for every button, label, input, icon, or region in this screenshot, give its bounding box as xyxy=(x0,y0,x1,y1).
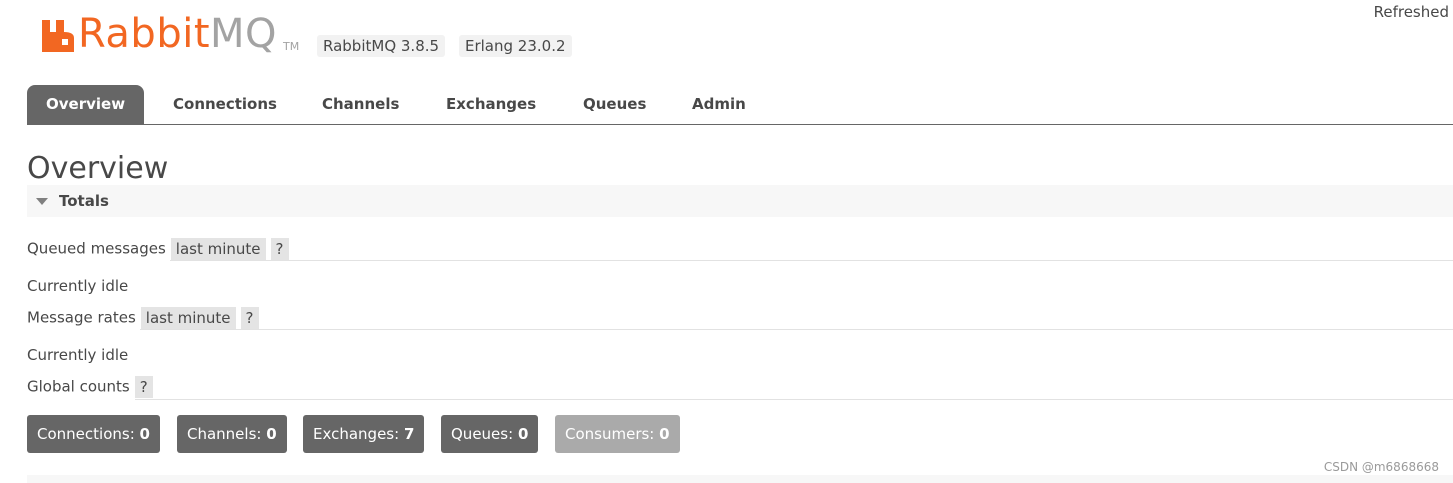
global-counts-label: Global counts xyxy=(27,377,130,396)
consumers-count-label: Consumers: xyxy=(565,425,655,443)
refreshed-status: Refreshed xyxy=(1373,3,1449,21)
exchanges-count-label: Exchanges: xyxy=(313,425,400,443)
collapse-triangle-icon xyxy=(36,198,48,205)
exchanges-count-button[interactable]: Exchanges: 7 xyxy=(303,415,425,453)
rabbitmq-logo-icon xyxy=(42,20,74,52)
message-rates-label: Message rates xyxy=(27,308,136,327)
divider xyxy=(140,329,1453,330)
connections-count-value: 0 xyxy=(139,425,150,443)
tab-connections[interactable]: Connections xyxy=(173,85,277,124)
consumers-count-value: 0 xyxy=(659,425,670,443)
queues-count-button[interactable]: Queues: 0 xyxy=(441,415,539,453)
divider xyxy=(170,260,1453,261)
exchanges-count-value: 7 xyxy=(403,425,415,443)
global-counts-row: Global counts? xyxy=(27,376,153,398)
totals-section-toggle[interactable]: Totals xyxy=(27,185,1453,217)
queues-count-label: Queues: xyxy=(451,425,514,443)
page-title: Overview xyxy=(27,151,169,186)
queued-messages-label: Queued messages xyxy=(27,239,166,258)
queued-messages-help-button[interactable]: ? xyxy=(270,238,289,260)
queued-messages-status: Currently idle xyxy=(27,277,129,295)
tab-channels[interactable]: Channels xyxy=(322,85,399,124)
queued-messages-row: Queued messages last minute? xyxy=(27,238,289,260)
logo-trademark: TM xyxy=(283,40,300,53)
message-rates-help-button[interactable]: ? xyxy=(240,307,259,329)
tab-exchanges[interactable]: Exchanges xyxy=(446,85,536,124)
erlang-version-badge: Erlang 23.0.2 xyxy=(459,35,572,57)
channels-count-value: 0 xyxy=(266,425,277,443)
queues-count-value: 0 xyxy=(517,425,529,443)
connections-count-button[interactable]: Connections: 0 xyxy=(27,415,160,453)
channels-count-button[interactable]: Channels: 0 xyxy=(177,415,287,453)
tab-queues[interactable]: Queues xyxy=(583,85,646,124)
message-rates-status: Currently idle xyxy=(27,346,129,364)
next-section-bar xyxy=(27,475,1453,483)
message-rates-range-selector[interactable]: last minute xyxy=(140,307,236,329)
logo-text-mq: MQ xyxy=(210,11,278,57)
channels-count-label: Channels: xyxy=(187,425,262,443)
rabbitmq-version-badge: RabbitMQ 3.8.5 xyxy=(317,35,446,57)
rabbitmq-logo: Rabbit MQ TM xyxy=(40,12,299,56)
tab-overview[interactable]: Overview xyxy=(27,85,145,124)
consumers-count-button[interactable]: Consumers: 0 xyxy=(555,415,680,453)
message-rates-row: Message rates last minute? xyxy=(27,307,259,329)
csdn-watermark: CSDN @m6868668 xyxy=(1323,460,1439,474)
global-counts-help-button[interactable]: ? xyxy=(134,376,153,398)
tab-admin[interactable]: Admin xyxy=(692,85,746,124)
divider xyxy=(135,399,1453,400)
totals-label: Totals xyxy=(59,192,109,210)
connections-count-label: Connections: xyxy=(37,425,135,443)
queued-messages-range-selector[interactable]: last minute xyxy=(170,238,266,260)
logo-text-rabbit: Rabbit xyxy=(78,11,211,57)
main-tabs: Overview Connections Channels Exchanges … xyxy=(27,85,1453,125)
